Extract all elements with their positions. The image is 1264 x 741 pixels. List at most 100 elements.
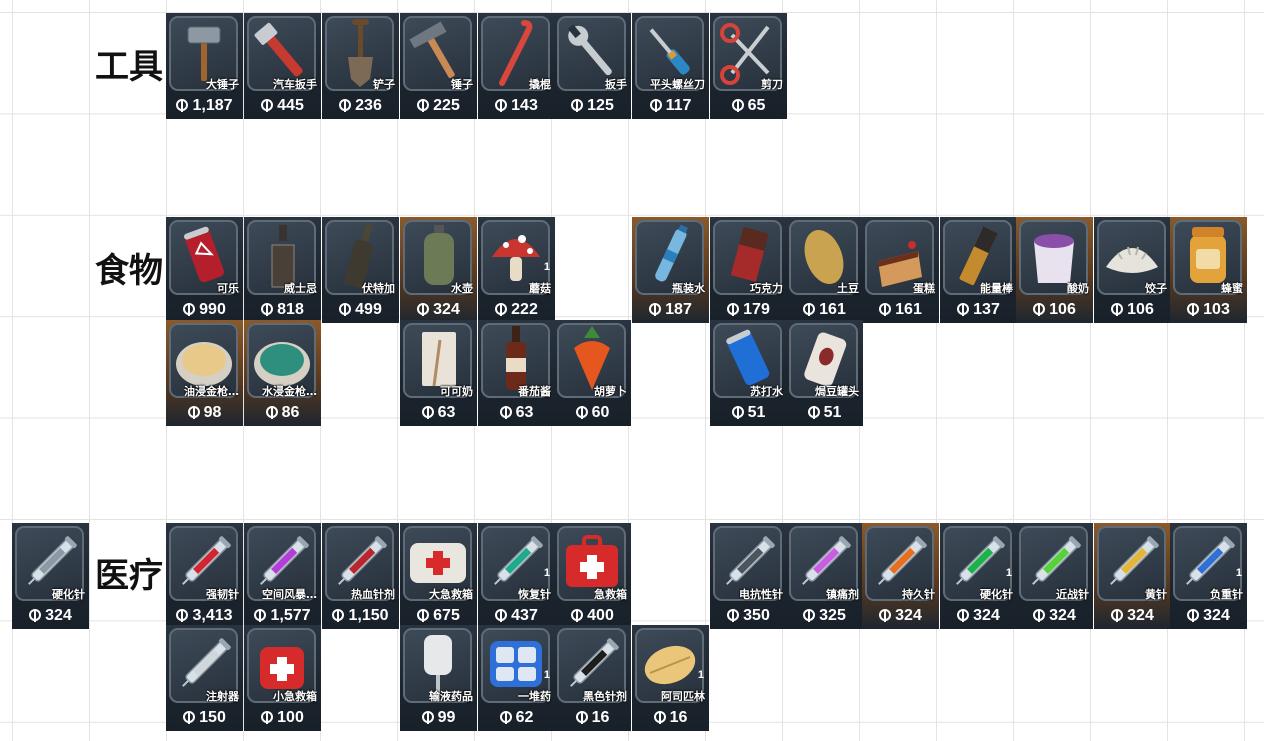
item-slot[interactable]: 番茄酱 63 [478,320,555,426]
coin-icon [417,303,430,316]
item-name: 硬化针 [980,588,1013,601]
item-slot[interactable]: 小急救箱 100 [244,625,321,731]
item-slot[interactable]: 酸奶 106 [1016,217,1093,323]
item-slot[interactable]: 镇痛剂 325 [786,523,863,629]
coin-icon [417,99,430,112]
item-name: 焗豆罐头 [815,385,859,398]
price-value: 187 [665,301,692,318]
item-slot[interactable]: 汽车扳手 445 [244,13,321,119]
coin-icon [495,609,508,622]
item-slot[interactable]: 持久针 324 [862,523,939,629]
item-price: 179 [710,301,787,319]
price-value: 106 [1127,301,1154,318]
item-price: 1,577 [244,607,321,625]
coin-icon [421,711,434,724]
coin-icon [731,99,744,112]
coin-icon [261,99,274,112]
item-name: 撬棍 [529,78,551,91]
item-slot[interactable]: 铲子 236 [322,13,399,119]
stack-count-badge: 1 [697,669,704,681]
price-value: 143 [511,97,538,114]
item-slot[interactable]: 近战针 324 [1016,523,1093,629]
price-value: 161 [819,301,846,318]
item-slot[interactable]: 热血针剂 1,150 [322,523,399,629]
item-price: 818 [244,301,321,319]
item-slot[interactable]: 大急救箱 675 [400,523,477,629]
item-slot[interactable]: 威士忌 818 [244,217,321,323]
item-slot[interactable]: 饺子 106 [1094,217,1171,323]
item-price: 16 [554,709,631,727]
item-slot[interactable]: 能量棒 137 [940,217,1017,323]
item-slot[interactable]: 油浸金枪… 98 [166,320,243,426]
item-slot[interactable]: 撬棍 143 [478,13,555,119]
item-slot[interactable]: 瓶装水 187 [632,217,709,323]
coin-icon [957,609,970,622]
item-slot[interactable]: 胡萝卜 60 [554,320,631,426]
stack-count-badge: 1 [1235,567,1242,579]
item-name: 阿司匹林 [661,690,705,703]
item-slot[interactable]: 可乐 990 [166,217,243,323]
item-slot[interactable]: 巧克力 179 [710,217,787,323]
item-slot[interactable]: 扳手 125 [554,13,631,119]
item-name: 平头螺丝刀 [650,78,705,91]
item-name: 黑色针剂 [583,690,627,703]
item-slot[interactable]: 可可奶 63 [400,320,477,426]
item-price: 675 [400,607,477,625]
item-name: 番茄酱 [518,385,551,398]
coin-icon [649,99,662,112]
item-slot[interactable]: 水浸金枪… 86 [244,320,321,426]
item-slot[interactable]: 剪刀 65 [710,13,787,119]
item-slot[interactable]: 水壶 324 [400,217,477,323]
item-slot[interactable]: 急救箱 400 [554,523,631,629]
item-slot[interactable]: 1 负重针 324 [1170,523,1247,629]
item-price: 445 [244,97,321,115]
price-value: 51 [823,404,842,421]
item-slot[interactable]: 平头螺丝刀 117 [632,13,709,119]
coin-icon [261,303,274,316]
price-value: 179 [743,301,770,318]
item-price: 98 [166,404,243,422]
price-value: 350 [743,607,770,624]
item-slot[interactable]: 1 恢复针 437 [478,523,555,629]
item-slot[interactable]: 1 一堆药 62 [478,625,555,731]
item-slot[interactable]: 土豆 161 [786,217,863,323]
item-price: 125 [554,97,631,115]
item-slot[interactable]: 1 阿司匹林 16 [632,625,709,731]
item-slot[interactable]: 黄针 324 [1094,523,1171,629]
item-slot[interactable]: 注射器 150 [166,625,243,731]
item-slot[interactable]: 1 硬化针 324 [940,523,1017,629]
item-slot[interactable]: 空间风暴… 1,577 [244,523,321,629]
price-value: 222 [511,301,538,318]
coin-icon [879,303,892,316]
item-slot[interactable]: 硬化针 324 [12,523,89,629]
price-value: 103 [1203,301,1230,318]
item-price: 161 [862,301,939,319]
item-slot[interactable]: 黑色针剂 16 [554,625,631,731]
price-value: 137 [973,301,1000,318]
item-slot[interactable]: 苏打水 51 [710,320,787,426]
price-value: 63 [437,404,456,421]
coin-icon [265,406,278,419]
item-slot[interactable]: 伏特加 499 [322,217,399,323]
item-slot[interactable]: 强韧针 3,413 [166,523,243,629]
item-slot[interactable]: 输液药品 99 [400,625,477,731]
item-slot[interactable]: 蛋糕 161 [862,217,939,323]
item-price: 324 [12,607,89,625]
coin-icon [571,609,584,622]
item-slot[interactable]: 焗豆罐头 51 [786,320,863,426]
item-slot[interactable]: 1 蘑菇 222 [478,217,555,323]
item-slot[interactable]: 大锤子 1,187 [166,13,243,119]
price-value: 86 [281,404,300,421]
price-value: 675 [433,607,460,624]
item-slot[interactable]: 电抗性针 350 [710,523,787,629]
item-slot[interactable]: 锤子 225 [400,13,477,119]
item-price: 16 [632,709,709,727]
item-name: 负重针 [1210,588,1243,601]
item-name: 水浸金枪… [262,385,317,398]
item-name: 饺子 [1145,282,1167,295]
stack-count-badge: 1 [543,261,550,273]
item-price: 499 [322,301,399,319]
price-value: 63 [515,404,534,421]
item-slot[interactable]: 蜂蜜 103 [1170,217,1247,323]
price-value: 225 [433,97,460,114]
